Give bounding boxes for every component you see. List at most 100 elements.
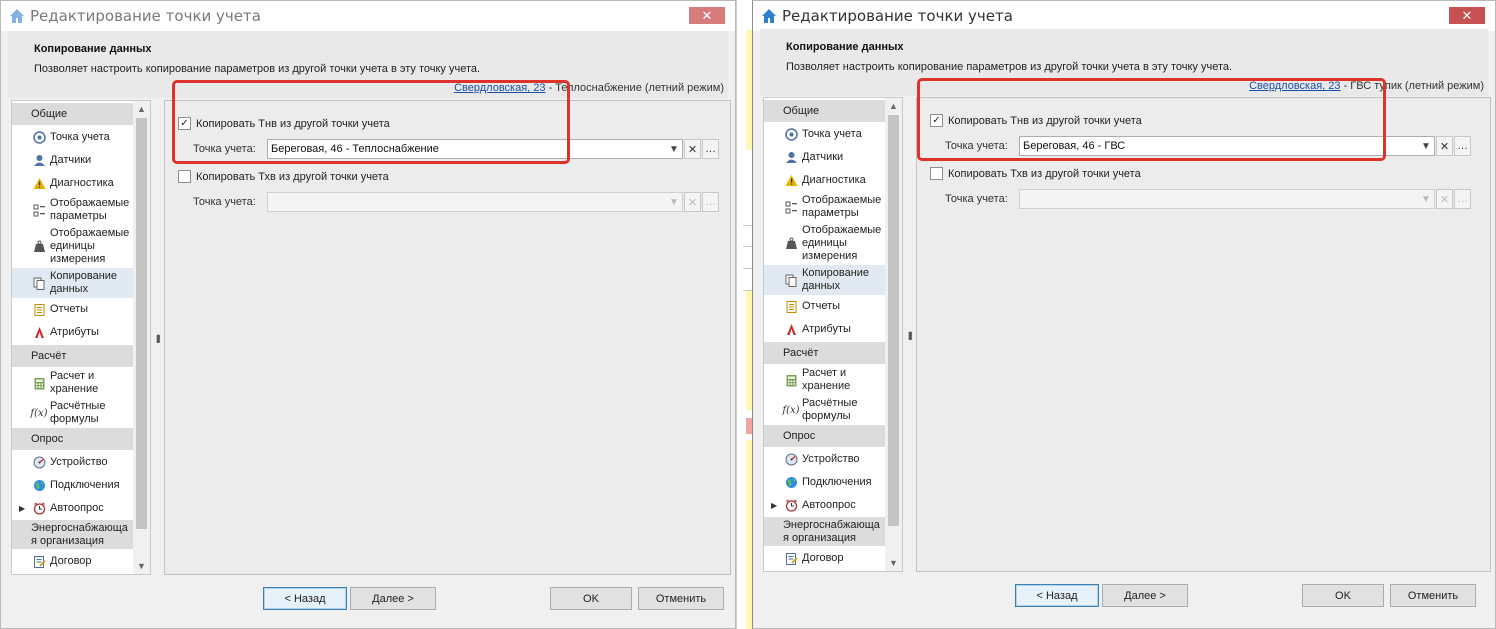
scroll-thumb[interactable] <box>136 118 147 529</box>
copy-icon <box>32 276 46 290</box>
sidebar-item-connections[interactable]: Подключения <box>12 474 134 497</box>
sidebar-item-display-units[interactable]: Отображаемые единицы измерения <box>12 225 134 267</box>
browse-button[interactable]: … <box>1454 189 1471 209</box>
chevron-down-icon[interactable]: ▼ <box>133 558 150 574</box>
chevron-up-icon[interactable]: ▲ <box>885 98 902 114</box>
sidebar-item-label: Расчётные формулы <box>802 397 858 422</box>
sidebar-item-calc-storage[interactable]: Расчет и хранение <box>764 365 886 395</box>
sidebar-group-calc[interactable]: Расчёт <box>12 345 134 367</box>
ok-button[interactable]: OK <box>1302 584 1384 607</box>
clear-button[interactable]: ✕ <box>1436 136 1453 156</box>
close-button[interactable]: ✕ <box>1449 7 1485 24</box>
clock-icon <box>784 499 798 513</box>
warning-icon <box>784 174 798 188</box>
sidebar-item-reports[interactable]: Отчеты <box>764 295 886 318</box>
sidebar-group-supplier[interactable]: Энергоснабжающа я организация <box>764 517 886 546</box>
report-icon <box>784 300 798 314</box>
sidebar-item-point[interactable]: Точка учета <box>764 123 886 146</box>
chevron-down-icon[interactable]: ▼ <box>666 140 682 158</box>
sidebar-item-diagnostics[interactable]: Диагностика <box>12 172 134 195</box>
clear-button[interactable]: ✕ <box>684 139 701 159</box>
page-description: Позволяет настроить копирование параметр… <box>786 61 1233 73</box>
chevron-down-icon[interactable]: ▼ <box>1418 190 1434 208</box>
device-icon <box>784 453 798 467</box>
sidebar-scrollbar[interactable]: ▲ ▼ <box>133 101 150 574</box>
splitter-handle[interactable]: ••• <box>903 97 918 572</box>
cancel-button[interactable]: Отменить <box>638 587 724 610</box>
sidebar-group-general[interactable]: Общие <box>764 100 886 122</box>
sidebar-group-supplier[interactable]: Энергоснабжающа я организация <box>12 520 134 549</box>
sidebar-item-autopoll[interactable]: ▶ Автоопрос <box>12 497 134 520</box>
point2-field-row: Точка учета: ▼ ✕ … <box>945 189 1471 209</box>
expand-arrow-icon[interactable]: ▶ <box>771 499 777 512</box>
sidebar-item-label: Диагностика <box>802 174 866 186</box>
sidebar-group-general[interactable]: Общие <box>12 103 134 125</box>
sidebar-item-formulas[interactable]: f(x) Расчётные формулы <box>12 398 134 428</box>
sidebar-item-device[interactable]: Устройство <box>764 448 886 471</box>
cancel-button[interactable]: Отменить <box>1390 584 1476 607</box>
sidebar-group-poll[interactable]: Опрос <box>764 425 886 447</box>
chevron-down-icon[interactable]: ▼ <box>885 555 902 571</box>
globe-icon <box>32 479 46 493</box>
ellipsis-icon: … <box>1457 140 1468 152</box>
chevron-down-icon[interactable]: ▼ <box>666 193 682 211</box>
sidebar-item-sensors[interactable]: Датчики <box>764 146 886 169</box>
splitter-handle[interactable]: ••• <box>151 100 166 575</box>
browse-button[interactable]: … <box>702 192 719 212</box>
next-button[interactable]: Далее > <box>1102 584 1188 607</box>
sidebar-item-label: Диагностика <box>50 177 114 189</box>
copy-txv-checkbox[interactable] <box>178 170 191 183</box>
sidebar-item-label: Отчеты <box>50 303 89 315</box>
copy-txv-label: Копировать Тхв из другой точки учета <box>948 167 1141 180</box>
clear-icon: ✕ <box>1439 140 1450 153</box>
sidebar-item-reports[interactable]: Отчеты <box>12 298 134 321</box>
copy-txv-checkbox[interactable] <box>930 167 943 180</box>
next-button[interactable]: Далее > <box>350 587 436 610</box>
sidebar-item-contract[interactable]: Договор <box>764 547 886 570</box>
sidebar-item-connections[interactable]: Подключения <box>764 471 886 494</box>
attribute-icon <box>784 323 798 337</box>
sidebar-item-display-params[interactable]: Отображаемые параметры <box>764 192 886 222</box>
scroll-thumb[interactable] <box>888 115 899 526</box>
sidebar-item-device[interactable]: Устройство <box>12 451 134 474</box>
sidebar-item-diagnostics[interactable]: Диагностика <box>764 169 886 192</box>
copy-txv-row[interactable]: Копировать Тхв из другой точки учета <box>930 167 1141 180</box>
sidebar-group-calc[interactable]: Расчёт <box>764 342 886 364</box>
sidebar-item-autopoll[interactable]: ▶ Автоопрос <box>764 494 886 517</box>
sidebar-item-display-units[interactable]: Отображаемые единицы измерения <box>764 222 886 264</box>
sidebar-item-display-params[interactable]: Отображаемые параметры <box>12 195 134 225</box>
highlight-box <box>917 78 1386 161</box>
copy-txv-row[interactable]: Копировать Тхв из другой точки учета <box>178 170 389 183</box>
point2-combo[interactable]: ▼ <box>1019 189 1435 209</box>
back-button[interactable]: < Назад <box>263 587 347 610</box>
ok-button[interactable]: OK <box>550 587 632 610</box>
ellipsis-icon: … <box>705 196 716 208</box>
clear-button[interactable]: ✕ <box>1436 189 1453 209</box>
point2-combo[interactable]: ▼ <box>267 192 683 212</box>
page-description: Позволяет настроить копирование параметр… <box>34 63 481 75</box>
chevron-up-icon[interactable]: ▲ <box>133 101 150 117</box>
window-title: Редактирование точки учета <box>30 7 261 25</box>
sidebar-item-attributes[interactable]: Атрибуты <box>12 321 134 344</box>
sidebar-item-copy-data[interactable]: Копирование данных <box>12 268 134 298</box>
clear-button[interactable]: ✕ <box>684 192 701 212</box>
sidebar-item-attributes[interactable]: Атрибуты <box>764 318 886 341</box>
sidebar-item-calc-storage[interactable]: Расчет и хранение <box>12 368 134 398</box>
expand-arrow-icon[interactable]: ▶ <box>19 502 25 515</box>
chevron-down-icon[interactable]: ▼ <box>1418 137 1434 155</box>
sidebar-scrollbar[interactable]: ▲ ▼ <box>885 98 902 571</box>
sidebar-item-formulas[interactable]: f(x) Расчётные формулы <box>764 395 886 425</box>
sidebar-item-sensors[interactable]: Датчики <box>12 149 134 172</box>
sidebar-item-point[interactable]: Точка учета <box>12 126 134 149</box>
sidebar-item-copy-data[interactable]: Копирование данных <box>764 265 886 295</box>
weight-icon <box>32 239 46 253</box>
browse-button[interactable]: … <box>702 139 719 159</box>
point2-label: Точка учета: <box>193 196 256 208</box>
browse-button[interactable]: … <box>1454 136 1471 156</box>
close-button[interactable]: ✕ <box>689 7 725 24</box>
sidebar-group-poll[interactable]: Опрос <box>12 428 134 450</box>
sidebar-item-label: Расчётные формулы <box>50 400 106 425</box>
sidebar-item-label: Отображаемые единицы измерения <box>802 223 882 262</box>
back-button[interactable]: < Назад <box>1015 584 1099 607</box>
sidebar-item-contract[interactable]: Договор <box>12 550 134 573</box>
